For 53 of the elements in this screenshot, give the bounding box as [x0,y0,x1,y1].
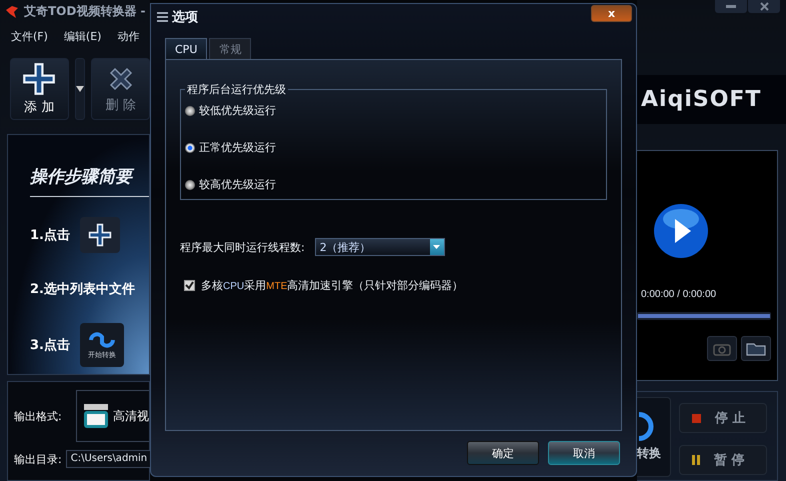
threads-select[interactable]: 2（推荐） [314,238,445,256]
caret-icon [76,86,84,92]
menu-item[interactable]: 文件(F) [11,29,48,44]
radio-button[interactable] [185,106,195,116]
caret-icon [433,245,440,249]
tab[interactable]: CPU [165,38,208,59]
close-button[interactable] [748,0,780,13]
output-dir-label: 输出目录: [14,452,62,467]
minimize-icon [726,5,736,8]
play-icon[interactable] [653,203,709,260]
checkbox-label: 多核CPU采用MTE高清加速引擎（只针对部分编码器） [201,278,464,293]
plus-icon [88,222,112,247]
progress-track[interactable] [637,312,771,320]
pause-icon [692,455,700,466]
output-format-label: 输出格式: [14,408,63,424]
radio-label: 正常优先级运行 [199,140,276,155]
dropdown-button[interactable] [74,58,86,120]
radio-button[interactable] [185,142,195,152]
threads-label: 程序最大同时运行线程数: [180,240,305,254]
window-title: 艾奇TOD视频转换器 - [24,3,146,20]
minimize-button[interactable] [715,0,747,13]
tab[interactable]: 常规 [209,38,252,59]
brand-logo: AiqiSOFT [637,75,786,124]
plus-icon [22,62,56,96]
output-dir-field[interactable]: C:\Users\admin [66,450,152,468]
step-text: 1.点击 [30,226,70,244]
menu-icon [157,12,168,22]
steps-heading: 操作步骤简要 [30,164,149,197]
camera-icon [713,342,731,356]
radio-button[interactable] [185,180,195,190]
step-text: 3.点击 [30,336,70,354]
time-display: 0:00:00 / 0:00:00 [641,289,716,300]
radio-label: 较低优先级运行 [199,103,276,118]
close-button[interactable]: x [591,5,632,22]
step-text: 2.选中列表中文件 [30,280,135,298]
convert-button[interactable]: 转换 [637,397,671,478]
stop-button[interactable]: 停 止 [679,403,767,434]
menu-item[interactable]: 动作 [117,29,140,44]
folder-icon [746,342,766,356]
open-folder-button[interactable] [741,336,771,362]
add-button[interactable]: 添 加 [10,58,69,120]
group-title: 程序后台运行优先级 [186,82,287,97]
close-icon [760,2,768,11]
dialog-button[interactable]: 取消 [548,441,620,465]
stop-icon [692,414,701,423]
pause-button[interactable]: 暂 停 [679,445,767,476]
checkbox[interactable] [184,280,195,291]
radio-label: 较高优先级运行 [199,177,276,192]
delete-button[interactable]: 删 除 [91,58,150,120]
format-selector[interactable]: 高清视 [76,390,149,442]
dialog-title: 选项 [172,9,198,26]
dialog-button[interactable]: 确定 [467,441,539,465]
menu-item[interactable]: 编辑(E) [64,29,102,44]
